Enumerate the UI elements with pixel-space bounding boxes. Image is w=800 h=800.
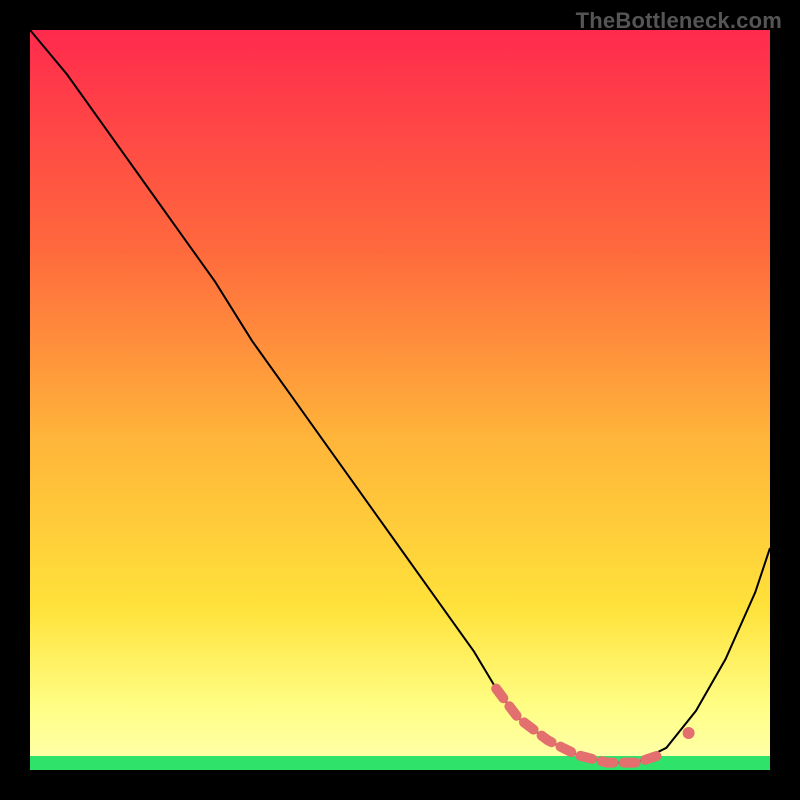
chart-svg — [30, 30, 770, 770]
chart-plot-area — [30, 30, 770, 770]
curve-line — [30, 30, 770, 763]
highlight-dot — [683, 727, 695, 739]
highlight-segment — [496, 689, 659, 763]
watermark-text: TheBottleneck.com — [576, 8, 782, 34]
